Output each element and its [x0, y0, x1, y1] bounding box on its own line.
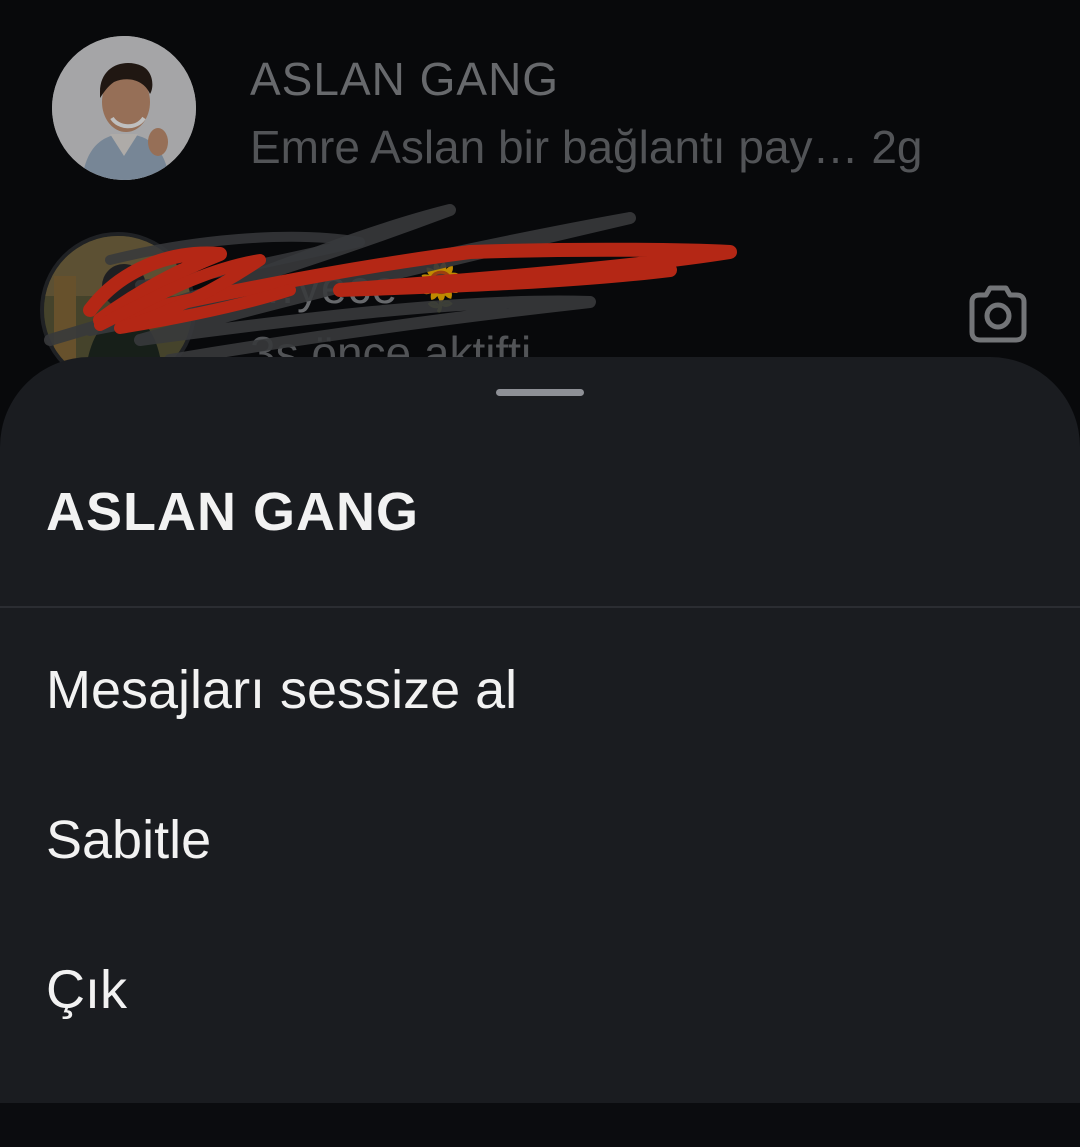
drag-handle[interactable] [496, 389, 584, 396]
menu-item-label: Sabitle [46, 810, 212, 870]
system-navigation-bar [0, 1103, 1080, 1147]
menu-item-label: Mesajları sessize al [46, 660, 518, 720]
menu-item-label: Çık [46, 960, 127, 1020]
bottom-sheet: ASLAN GANG Mesajları sessize al Sabitle … [0, 357, 1080, 1103]
screen: ASLAN GANG Emre Aslan bir bağlantı pay… … [0, 0, 1080, 1147]
sheet-title: ASLAN GANG [46, 482, 419, 542]
divider [0, 606, 1080, 608]
mute-messages-option[interactable]: Mesajları sessize al [0, 613, 1080, 763]
leave-option[interactable]: Çık [0, 913, 1080, 1063]
pin-option[interactable]: Sabitle [0, 763, 1080, 913]
